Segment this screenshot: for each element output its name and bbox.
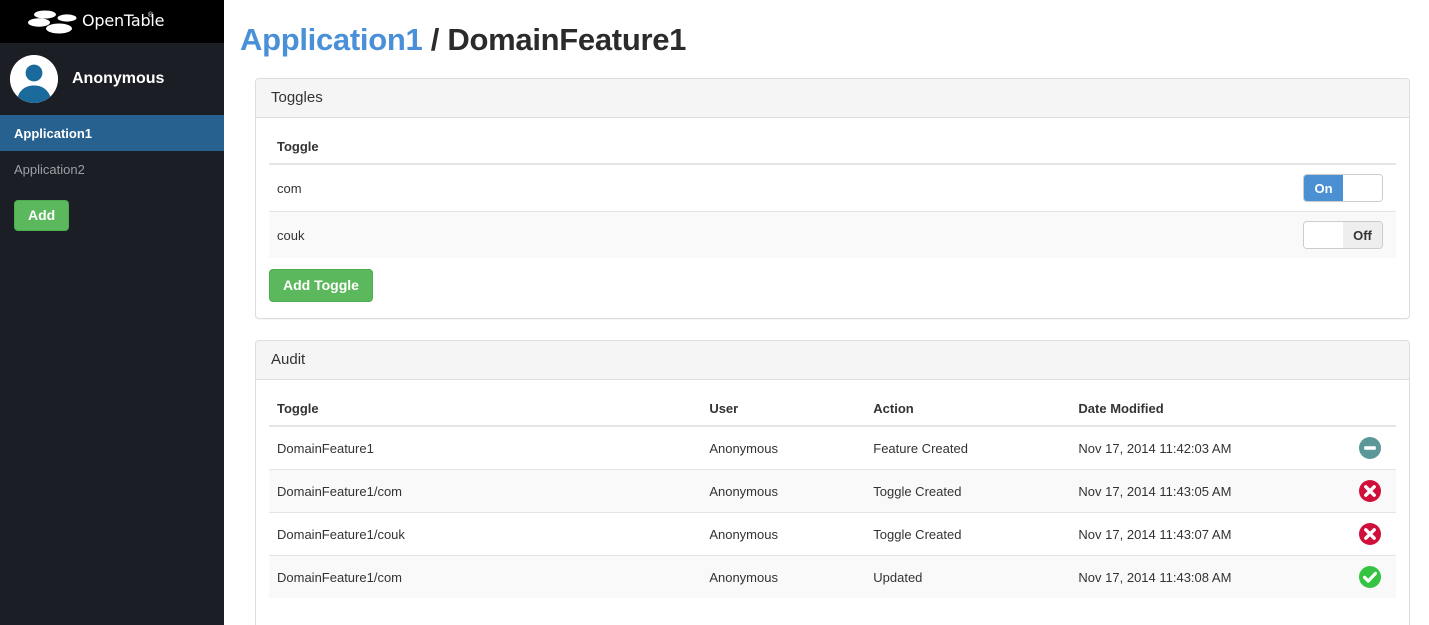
toggle-switch-knob: [1304, 222, 1343, 248]
sidebar-item-application2[interactable]: Application2: [0, 151, 224, 187]
minus-circle-icon: [1358, 436, 1382, 460]
toggles-column-header-state: [678, 131, 1396, 164]
toggles-panel-title: Toggles: [256, 79, 1409, 118]
audit-column-header-status: [1350, 393, 1396, 426]
toggles-panel-body: Toggle com On: [256, 118, 1409, 318]
user-avatar-icon: [10, 55, 58, 103]
audit-toggle: DomainFeature1/com: [269, 470, 701, 513]
toggles-table: Toggle com On: [269, 131, 1396, 258]
toggle-name: couk: [269, 212, 678, 259]
audit-toggle: DomainFeature1/com: [269, 556, 701, 599]
toggle-switch-knob: [1343, 175, 1382, 201]
sidebar-item-application1[interactable]: Application1: [0, 115, 224, 151]
sidebar: OpenTable ® Anonymous Application1 Appli…: [0, 0, 224, 625]
audit-action: Toggle Created: [865, 513, 1070, 556]
audit-column-header-date: Date Modified: [1070, 393, 1350, 426]
table-row: DomainFeature1/com Anonymous Toggle Crea…: [269, 470, 1396, 513]
audit-user: Anonymous: [701, 556, 865, 599]
toggles-column-header-toggle: Toggle: [269, 131, 678, 164]
audit-status-cell: [1350, 426, 1396, 470]
audit-table-header-row: Toggle User Action Date Modified: [269, 393, 1396, 426]
audit-date: Nov 17, 2014 11:43:07 AM: [1070, 513, 1350, 556]
audit-table: Toggle User Action Date Modified DomainF…: [269, 393, 1396, 598]
audit-status-cell: [1350, 556, 1396, 599]
breadcrumb-separator: /: [431, 22, 439, 57]
breadcrumb-link-application1[interactable]: Application1: [240, 22, 422, 57]
user-name: Anonymous: [72, 70, 164, 88]
audit-user: Anonymous: [701, 470, 865, 513]
audit-panel: Audit Toggle User Action Date Modified D…: [255, 340, 1410, 625]
times-circle-icon: [1358, 522, 1382, 546]
toggle-switch-off-label: Off: [1343, 222, 1382, 248]
audit-date: Nov 17, 2014 11:43:08 AM: [1070, 556, 1350, 599]
audit-action: Updated: [865, 556, 1070, 599]
audit-date: Nov 17, 2014 11:43:05 AM: [1070, 470, 1350, 513]
audit-column-header-user: User: [701, 393, 865, 426]
audit-user: Anonymous: [701, 426, 865, 470]
audit-column-header-toggle: Toggle: [269, 393, 701, 426]
table-row: DomainFeature1/couk Anonymous Toggle Cre…: [269, 513, 1396, 556]
audit-user: Anonymous: [701, 513, 865, 556]
table-row: com On: [269, 164, 1396, 212]
toggle-switch-on-label: On: [1304, 175, 1343, 201]
user-block: Anonymous: [0, 43, 224, 115]
breadcrumb-current: DomainFeature1: [447, 22, 686, 57]
add-application-button[interactable]: Add: [14, 200, 69, 231]
toggle-switch-couk[interactable]: Off: [1303, 221, 1383, 249]
audit-date: Nov 17, 2014 11:42:03 AM: [1070, 426, 1350, 470]
main-content: Application1 / DomainFeature1 Toggles To…: [224, 0, 1429, 625]
toggle-state-cell: Off: [678, 212, 1396, 259]
audit-status-cell: [1350, 470, 1396, 513]
sidebar-item-label: Application1: [14, 126, 92, 141]
page-title: Application1 / DomainFeature1: [224, 0, 1429, 58]
audit-toggle: DomainFeature1/couk: [269, 513, 701, 556]
table-row: DomainFeature1/com Anonymous Updated Nov…: [269, 556, 1396, 599]
table-row: couk Off: [269, 212, 1396, 259]
audit-toggle: DomainFeature1: [269, 426, 701, 470]
audit-panel-body: Toggle User Action Date Modified DomainF…: [256, 380, 1409, 625]
audit-action: Toggle Created: [865, 470, 1070, 513]
sidebar-item-label: Application2: [14, 162, 85, 177]
toggle-switch-com[interactable]: On: [1303, 174, 1383, 202]
toggle-state-cell: On: [678, 164, 1396, 212]
toggle-name: com: [269, 164, 678, 212]
audit-action: Feature Created: [865, 426, 1070, 470]
check-circle-icon: [1358, 565, 1382, 589]
add-toggle-button[interactable]: Add Toggle: [269, 269, 373, 302]
toggles-table-header-row: Toggle: [269, 131, 1396, 164]
audit-status-cell: [1350, 513, 1396, 556]
audit-panel-spacer: [269, 598, 1396, 624]
audit-panel-title: Audit: [256, 341, 1409, 380]
table-row: DomainFeature1 Anonymous Feature Created…: [269, 426, 1396, 470]
times-circle-icon: [1358, 479, 1382, 503]
toggles-panel: Toggles Toggle com On: [255, 78, 1410, 319]
audit-column-header-action: Action: [865, 393, 1070, 426]
brand-bar: OpenTable ®: [0, 0, 224, 43]
opentable-plates-logo-icon: [28, 9, 78, 35]
brand-trademark: ®: [148, 12, 153, 19]
